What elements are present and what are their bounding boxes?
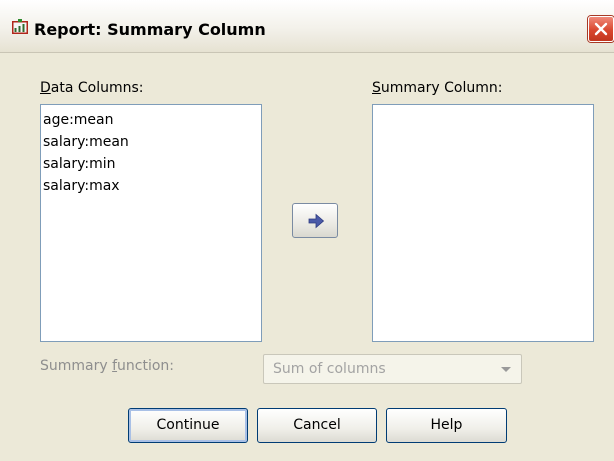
list-item[interactable]: age:mean xyxy=(41,109,261,131)
summary-function-label: Summary function: xyxy=(40,358,175,374)
cancel-button[interactable]: Cancel xyxy=(257,408,377,443)
window-title: Report: Summary Column xyxy=(34,20,266,39)
close-button[interactable] xyxy=(588,16,614,42)
chevron-down-icon xyxy=(501,367,511,372)
summary-column-list[interactable] xyxy=(372,104,594,342)
list-item[interactable]: salary:max xyxy=(41,175,261,197)
help-button[interactable]: Help xyxy=(386,408,507,443)
list-item[interactable]: salary:min xyxy=(41,153,261,175)
report-summary-column-dialog: Report: Summary Column Data Columns: age… xyxy=(0,0,614,461)
list-item[interactable]: salary:mean xyxy=(41,131,261,153)
arrow-right-icon xyxy=(308,213,325,229)
summary-function-value: Sum of columns xyxy=(273,361,386,377)
summary-function-dropdown[interactable]: Sum of columns xyxy=(263,354,522,384)
summary-column-label: Summary Column: xyxy=(372,80,503,96)
move-right-button[interactable] xyxy=(292,203,338,238)
close-icon xyxy=(594,22,608,36)
title-bar: Report: Summary Column xyxy=(0,0,614,53)
data-columns-label: Data Columns: xyxy=(40,80,144,96)
continue-button[interactable]: Continue xyxy=(128,408,248,443)
spss-app-icon xyxy=(12,19,28,35)
data-columns-list[interactable]: age:mean salary:mean salary:min salary:m… xyxy=(40,104,262,342)
